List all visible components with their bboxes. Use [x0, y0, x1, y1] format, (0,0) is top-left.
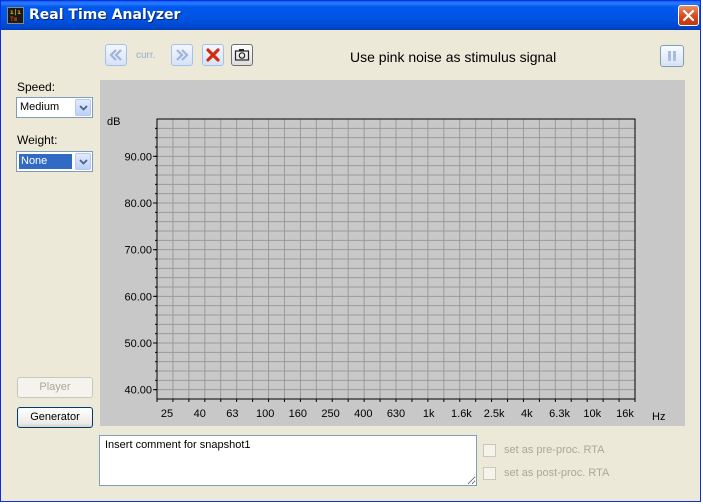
speed-dropdown-button[interactable]: [75, 99, 91, 116]
stimulus-hint: Use pink noise as stimulus signal: [350, 49, 557, 65]
camera-icon: [234, 49, 250, 61]
previous-snapshot-button[interactable]: [105, 44, 127, 66]
close-button[interactable]: [678, 5, 699, 26]
chevron-down-icon: [79, 105, 88, 111]
double-chevron-right-icon: [176, 49, 189, 61]
x-tick-label: 40: [194, 408, 206, 420]
player-button[interactable]: Player: [17, 377, 93, 398]
y-tick-label: 60.00: [124, 291, 152, 303]
weight-value: None: [19, 154, 72, 169]
x-tick-label: 630: [387, 408, 405, 420]
speed-value: Medium: [20, 101, 60, 113]
delete-snapshot-button[interactable]: [202, 44, 224, 66]
x-tick-label: 10k: [583, 408, 601, 420]
y-tick-label: 90.00: [124, 151, 152, 163]
x-tick-label: 100: [256, 408, 274, 420]
post-proc-checkbox[interactable]: [483, 467, 496, 480]
pause-button[interactable]: [660, 45, 684, 67]
x-tick-label: 1k: [423, 408, 435, 420]
x-tick-label: 1.6k: [451, 408, 472, 420]
x-tick-label: 250: [321, 408, 339, 420]
x-tick-label: 25: [161, 408, 173, 420]
generator-button[interactable]: Generator: [17, 407, 93, 428]
y-tick-label: 80.00: [124, 198, 152, 210]
next-snapshot-button[interactable]: [171, 44, 193, 66]
pre-proc-label: set as pre-proc. RTA: [504, 444, 605, 456]
rta-chart: 40.00 50.00 60.00 70.00 80.00 90.00 dB 25 40 63 10…: [100, 80, 685, 426]
pre-proc-checkbox[interactable]: [483, 444, 496, 457]
take-snapshot-button[interactable]: [231, 44, 253, 66]
close-icon: [682, 9, 695, 22]
x-tick-label: 160: [289, 408, 307, 420]
snapshot-comment-input[interactable]: [99, 435, 477, 486]
x-tick-label: 4k: [521, 408, 533, 420]
rta-chart-svg: 40.00 50.00 60.00 70.00 80.00 90.00 dB 25 40 63 10…: [107, 116, 665, 423]
x-tick-label: 63: [226, 408, 238, 420]
double-chevron-left-icon: [109, 49, 122, 61]
current-snapshot-label: curr.: [136, 50, 156, 61]
pause-icon: [668, 51, 676, 61]
app-icon: ı|ı Tm: [7, 7, 24, 24]
x-tick-label: 6.3k: [549, 408, 570, 420]
x-tick-label: 16k: [616, 408, 634, 420]
window-title: Real Time Analyzer: [29, 7, 181, 23]
speed-label: Speed:: [17, 80, 56, 94]
rta-window: ı|ı Tm Real Time Analyzer curr. Use pink…: [0, 0, 701, 502]
x-tick-label: 2.5k: [484, 408, 505, 420]
title-bar[interactable]: ı|ı Tm Real Time Analyzer: [1, 1, 700, 30]
x-tick-label: 400: [354, 408, 372, 420]
y-tick-label: 50.00: [124, 338, 152, 350]
y-axis-label: dB: [107, 116, 120, 128]
post-proc-label: set as post-proc. RTA: [504, 467, 610, 479]
red-x-icon: [206, 48, 220, 62]
x-axis-label: Hz: [652, 411, 665, 423]
y-tick-label: 40.00: [124, 385, 152, 397]
y-tick-label: 70.00: [124, 245, 152, 257]
weight-dropdown-button[interactable]: [75, 153, 91, 170]
speed-select[interactable]: Medium: [16, 97, 93, 118]
chevron-down-icon: [79, 159, 88, 165]
weight-label: Weight:: [17, 133, 58, 147]
weight-select[interactable]: None: [16, 151, 93, 172]
